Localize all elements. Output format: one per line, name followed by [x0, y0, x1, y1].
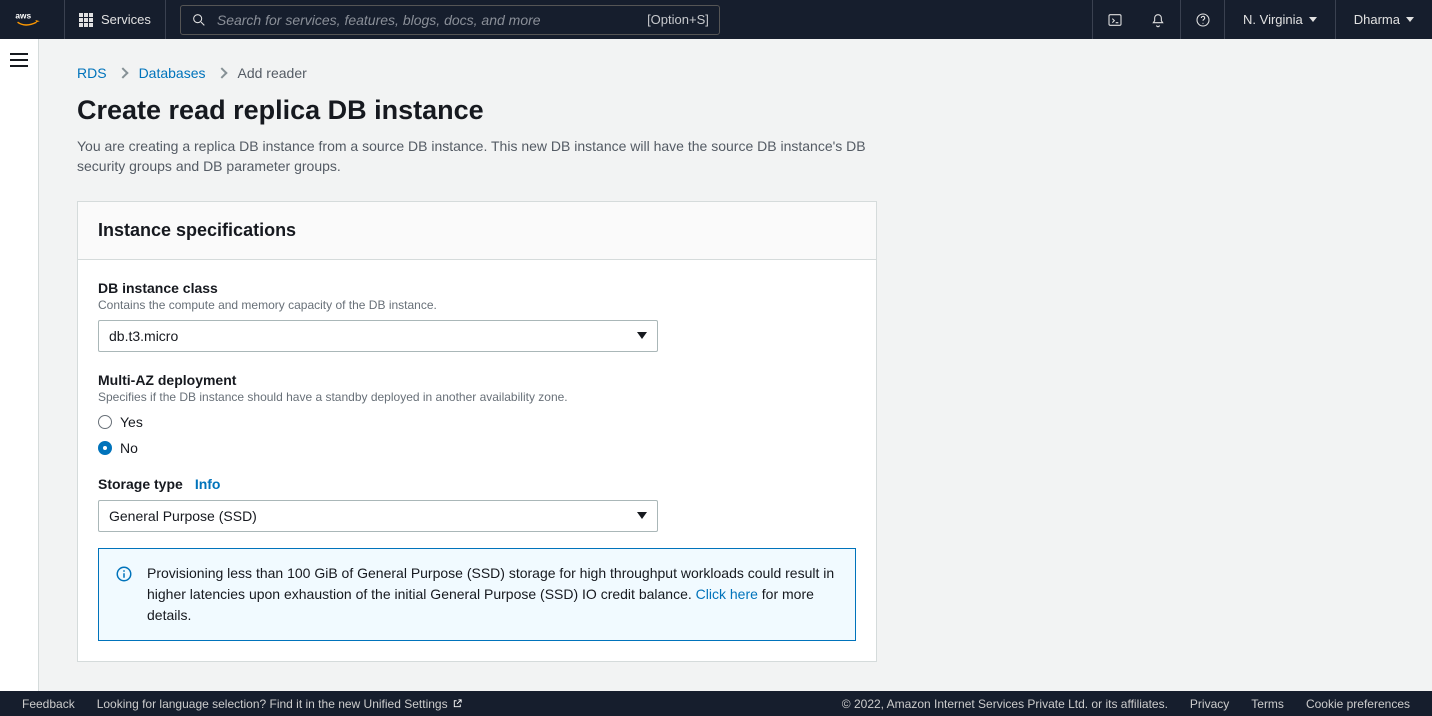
side-panel-collapsed [0, 39, 39, 691]
multi-az-field: Multi-AZ deployment Specifies if the DB … [98, 372, 856, 456]
storage-label: Storage type [98, 476, 183, 492]
bell-icon [1150, 12, 1166, 28]
search-input[interactable] [217, 12, 637, 28]
cookie-prefs-link[interactable]: Cookie preferences [1306, 697, 1410, 711]
services-grid-icon [79, 13, 93, 27]
radio-checked-icon [98, 441, 112, 455]
aws-logo[interactable]: aws [0, 0, 65, 39]
multi-az-hint: Specifies if the DB instance should have… [98, 390, 856, 404]
unified-settings-label: Unified Settings [364, 697, 448, 711]
panel-header: Instance specifications [78, 202, 876, 260]
radio-icon [98, 415, 112, 429]
help-button[interactable] [1180, 0, 1224, 39]
radio-yes-label: Yes [120, 414, 143, 430]
storage-type-select[interactable]: General Purpose (SSD) [98, 500, 658, 532]
info-icon [115, 565, 133, 583]
breadcrumb: RDS Databases Add reader [77, 65, 1394, 81]
alert-click-here-link[interactable]: Click here [696, 586, 758, 602]
db-class-value: db.t3.micro [109, 328, 178, 344]
db-class-hint: Contains the compute and memory capacity… [98, 298, 856, 312]
cloudshell-icon [1107, 12, 1123, 28]
global-search[interactable]: [Option+S] [180, 5, 720, 35]
top-nav: aws Services [Option+S] N. Virginia Dhar… [0, 0, 1432, 39]
side-panel-toggle[interactable] [10, 53, 28, 67]
notifications-button[interactable] [1136, 0, 1180, 39]
db-instance-class-field: DB instance class Contains the compute a… [98, 280, 856, 352]
alert-text: Provisioning less than 100 GiB of Genera… [147, 563, 839, 626]
db-class-select[interactable]: db.t3.micro [98, 320, 658, 352]
storage-type-value: General Purpose (SSD) [109, 508, 257, 524]
region-name: N. Virginia [1243, 12, 1303, 27]
breadcrumb-rds[interactable]: RDS [77, 65, 107, 81]
aws-logo-icon: aws [14, 10, 50, 30]
panel-title: Instance specifications [98, 220, 856, 241]
storage-type-field: Storage type Info General Purpose (SSD) … [98, 476, 856, 641]
services-menu-button[interactable]: Services [65, 0, 166, 39]
multi-az-yes-radio[interactable]: Yes [98, 414, 856, 430]
search-shortcut: [Option+S] [647, 12, 709, 27]
chevron-down-icon [637, 332, 647, 339]
main-content: RDS Databases Add reader Create read rep… [39, 39, 1432, 691]
external-link-icon [452, 698, 463, 709]
lang-prompt-text: Looking for language selection? Find it … [97, 697, 364, 711]
page-title: Create read replica DB instance [77, 95, 1394, 126]
chevron-down-icon [1309, 17, 1317, 22]
multi-az-no-radio[interactable]: No [98, 440, 856, 456]
footer-bar: Feedback Looking for language selection?… [0, 691, 1432, 716]
storage-info-alert: Provisioning less than 100 GiB of Genera… [98, 548, 856, 641]
chevron-down-icon [637, 512, 647, 519]
multi-az-label: Multi-AZ deployment [98, 372, 856, 388]
breadcrumb-current: Add reader [238, 65, 307, 81]
svg-text:aws: aws [15, 10, 31, 20]
search-icon [191, 12, 207, 28]
storage-info-link[interactable]: Info [195, 476, 221, 492]
instance-specifications-panel: Instance specifications DB instance clas… [77, 201, 877, 662]
breadcrumb-databases[interactable]: Databases [139, 65, 206, 81]
privacy-link[interactable]: Privacy [1190, 697, 1229, 711]
copyright: © 2022, Amazon Internet Services Private… [842, 697, 1168, 711]
radio-no-label: No [120, 440, 138, 456]
services-label: Services [101, 12, 151, 27]
page-description: You are creating a replica DB instance f… [77, 136, 877, 177]
help-icon [1195, 12, 1211, 28]
cloudshell-button[interactable] [1092, 0, 1136, 39]
chevron-right-icon [117, 67, 128, 78]
unified-settings-link[interactable]: Unified Settings [364, 697, 463, 711]
footer-lang-prompt: Looking for language selection? Find it … [97, 697, 463, 711]
db-class-label: DB instance class [98, 280, 856, 296]
account-menu[interactable]: Dharma [1335, 0, 1432, 39]
chevron-right-icon [216, 67, 227, 78]
region-selector[interactable]: N. Virginia [1224, 0, 1335, 39]
feedback-link[interactable]: Feedback [22, 697, 75, 711]
user-name: Dharma [1354, 12, 1400, 27]
terms-link[interactable]: Terms [1251, 697, 1284, 711]
chevron-down-icon [1406, 17, 1414, 22]
